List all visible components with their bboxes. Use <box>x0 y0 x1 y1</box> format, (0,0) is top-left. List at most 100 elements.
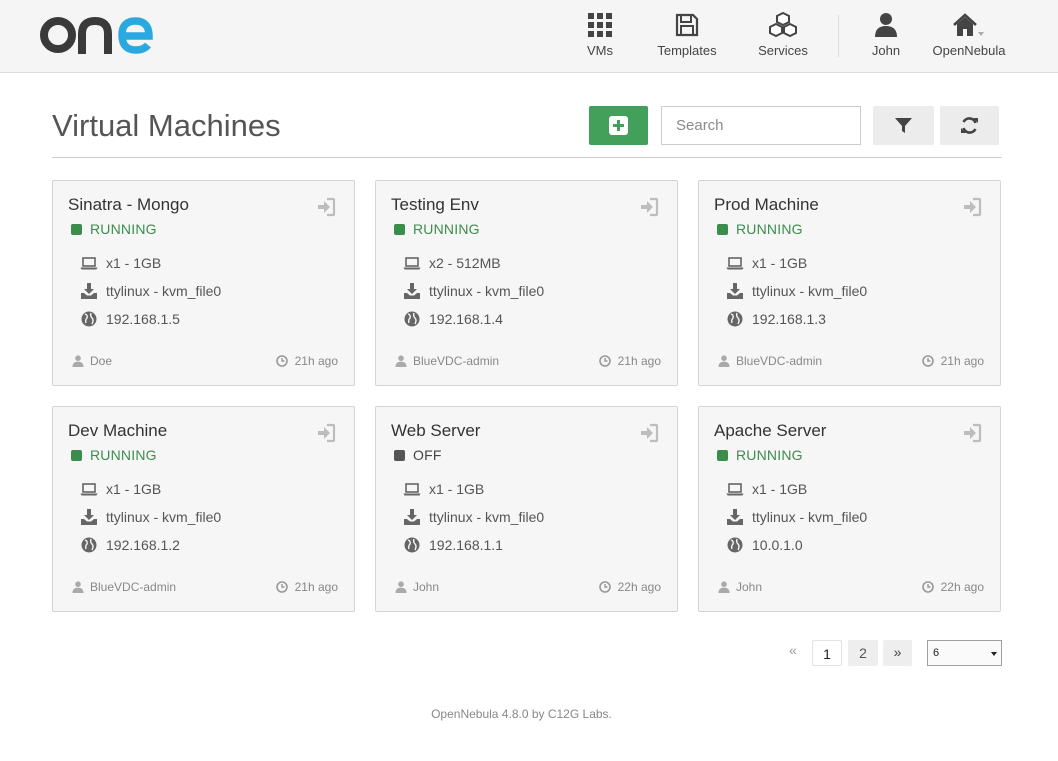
vm-owner: John <box>718 580 762 594</box>
vm-disk: ttylinux - kvm_file0 <box>80 283 221 299</box>
download-icon <box>404 283 420 299</box>
vm-capacity-label: x1 - 1GB <box>752 255 808 271</box>
user-icon <box>718 355 730 367</box>
opennebula-logo[interactable] <box>38 12 158 58</box>
vm-ip: 192.168.1.4 <box>403 311 503 327</box>
vm-ip-label: 10.0.1.0 <box>752 537 803 553</box>
grid-icon <box>588 13 612 37</box>
clock-icon <box>275 581 288 593</box>
vm-disk-label: ttylinux - kvm_file0 <box>752 509 868 525</box>
vm-age: 22h ago <box>921 580 984 594</box>
vm-card[interactable]: Dev Machine RUNNING x1 - 1GB ttylinux - … <box>52 406 355 612</box>
page-size-select[interactable]: 6 <box>927 640 1002 666</box>
user-icon <box>875 13 897 37</box>
vm-state: RUNNING <box>71 447 157 463</box>
vm-state: OFF <box>394 447 442 463</box>
vm-owner-label: John <box>413 580 440 594</box>
vm-age-label: 22h ago <box>617 580 661 594</box>
laptop-icon <box>726 483 744 496</box>
clock-icon <box>598 355 611 367</box>
vm-owner: John <box>395 580 439 594</box>
sign-in-icon[interactable] <box>639 423 659 443</box>
vm-card[interactable]: Sinatra - Mongo RUNNING x1 - 1GB ttylinu… <box>52 180 355 386</box>
vm-capacity: x1 - 1GB <box>80 255 161 271</box>
sign-in-icon[interactable] <box>962 423 982 443</box>
plus-square-icon <box>609 116 628 135</box>
laptop-icon <box>80 483 98 496</box>
top-bar: VMs Templates Services John OpenNebula <box>0 0 1058 73</box>
laptop-icon <box>726 257 744 270</box>
vm-age: 21h ago <box>275 580 338 594</box>
vm-card[interactable]: Prod Machine RUNNING x1 - 1GB ttylinux -… <box>698 180 1001 386</box>
pagination-next[interactable]: » <box>883 640 912 666</box>
user-icon <box>395 355 407 367</box>
vm-capacity: x1 - 1GB <box>403 481 484 497</box>
vm-ip-label: 192.168.1.4 <box>429 311 503 327</box>
vm-capacity-label: x1 - 1GB <box>752 481 808 497</box>
vm-state-label: RUNNING <box>90 221 157 237</box>
vm-owner-label: BlueVDC-admin <box>90 580 177 594</box>
pagination-prev[interactable]: « <box>789 642 797 658</box>
nav-user[interactable]: John <box>868 12 904 58</box>
home-icon <box>953 13 984 36</box>
vm-capacity-label: x2 - 512MB <box>429 255 501 271</box>
nav-vms-label: VMs <box>587 43 613 58</box>
vm-name: Dev Machine <box>68 421 168 440</box>
filter-button[interactable] <box>873 106 934 145</box>
nav-user-label: John <box>871 43 901 58</box>
sign-in-icon[interactable] <box>316 197 336 217</box>
refresh-button[interactable] <box>940 106 999 145</box>
sign-in-icon[interactable] <box>639 197 659 217</box>
clock-icon <box>598 581 611 593</box>
vm-name: Prod Machine <box>714 195 819 214</box>
nav-divider <box>838 15 839 57</box>
vm-ip: 192.168.1.1 <box>403 537 503 553</box>
vm-state-label: RUNNING <box>736 221 803 237</box>
vm-ip: 10.0.1.0 <box>726 537 803 553</box>
vm-owner-label: BlueVDC-admin <box>413 354 500 368</box>
vm-disk: ttylinux - kvm_file0 <box>403 283 544 299</box>
globe-icon <box>81 537 97 553</box>
vm-capacity-label: x1 - 1GB <box>429 481 485 497</box>
vm-disk-label: ttylinux - kvm_file0 <box>429 509 545 525</box>
create-vm-button[interactable] <box>589 106 648 145</box>
vm-owner: BlueVDC-admin <box>395 354 499 368</box>
globe-icon <box>727 537 743 553</box>
search-input[interactable] <box>661 106 861 145</box>
vm-disk: ttylinux - kvm_file0 <box>726 509 867 525</box>
state-indicator <box>71 450 82 461</box>
vm-owner: Doe <box>72 354 112 368</box>
save-disk-icon <box>675 13 699 37</box>
vm-card[interactable]: Web Server OFF x1 - 1GB ttylinux - kvm_f… <box>375 406 678 612</box>
sign-in-icon[interactable] <box>316 423 336 443</box>
refresh-icon <box>961 117 978 134</box>
sign-in-icon[interactable] <box>962 197 982 217</box>
vm-name: Apache Server <box>714 421 827 440</box>
vm-age-label: 21h ago <box>294 354 338 368</box>
nav-zone[interactable]: OpenNebula <box>932 12 1006 58</box>
vm-card[interactable]: Apache Server RUNNING x1 - 1GB ttylinux … <box>698 406 1001 612</box>
clock-icon <box>275 355 288 367</box>
page-title: Virtual Machines <box>52 108 281 143</box>
user-icon <box>72 355 84 367</box>
cubes-icon <box>769 12 797 38</box>
user-icon <box>72 581 84 593</box>
user-icon <box>395 581 407 593</box>
vm-ip: 192.168.1.2 <box>80 537 180 553</box>
download-icon <box>727 283 743 299</box>
header-divider <box>52 157 1002 158</box>
vm-age: 21h ago <box>275 354 338 368</box>
nav-vms[interactable]: VMs <box>583 12 617 58</box>
pagination-page-2[interactable]: 2 <box>848 640 878 666</box>
vm-ip-label: 192.168.1.3 <box>752 311 826 327</box>
nav-services[interactable]: Services <box>756 12 810 58</box>
pagination-page-1[interactable]: 1 <box>812 640 842 666</box>
vm-disk-label: ttylinux - kvm_file0 <box>106 283 222 299</box>
vm-capacity: x1 - 1GB <box>726 481 807 497</box>
vm-disk-label: ttylinux - kvm_file0 <box>752 283 868 299</box>
nav-templates[interactable]: Templates <box>654 12 720 58</box>
nav-zone-label: OpenNebula <box>932 43 1006 58</box>
download-icon <box>404 509 420 525</box>
vm-ip-label: 192.168.1.5 <box>106 311 180 327</box>
vm-card[interactable]: Testing Env RUNNING x2 - 512MB ttylinux … <box>375 180 678 386</box>
